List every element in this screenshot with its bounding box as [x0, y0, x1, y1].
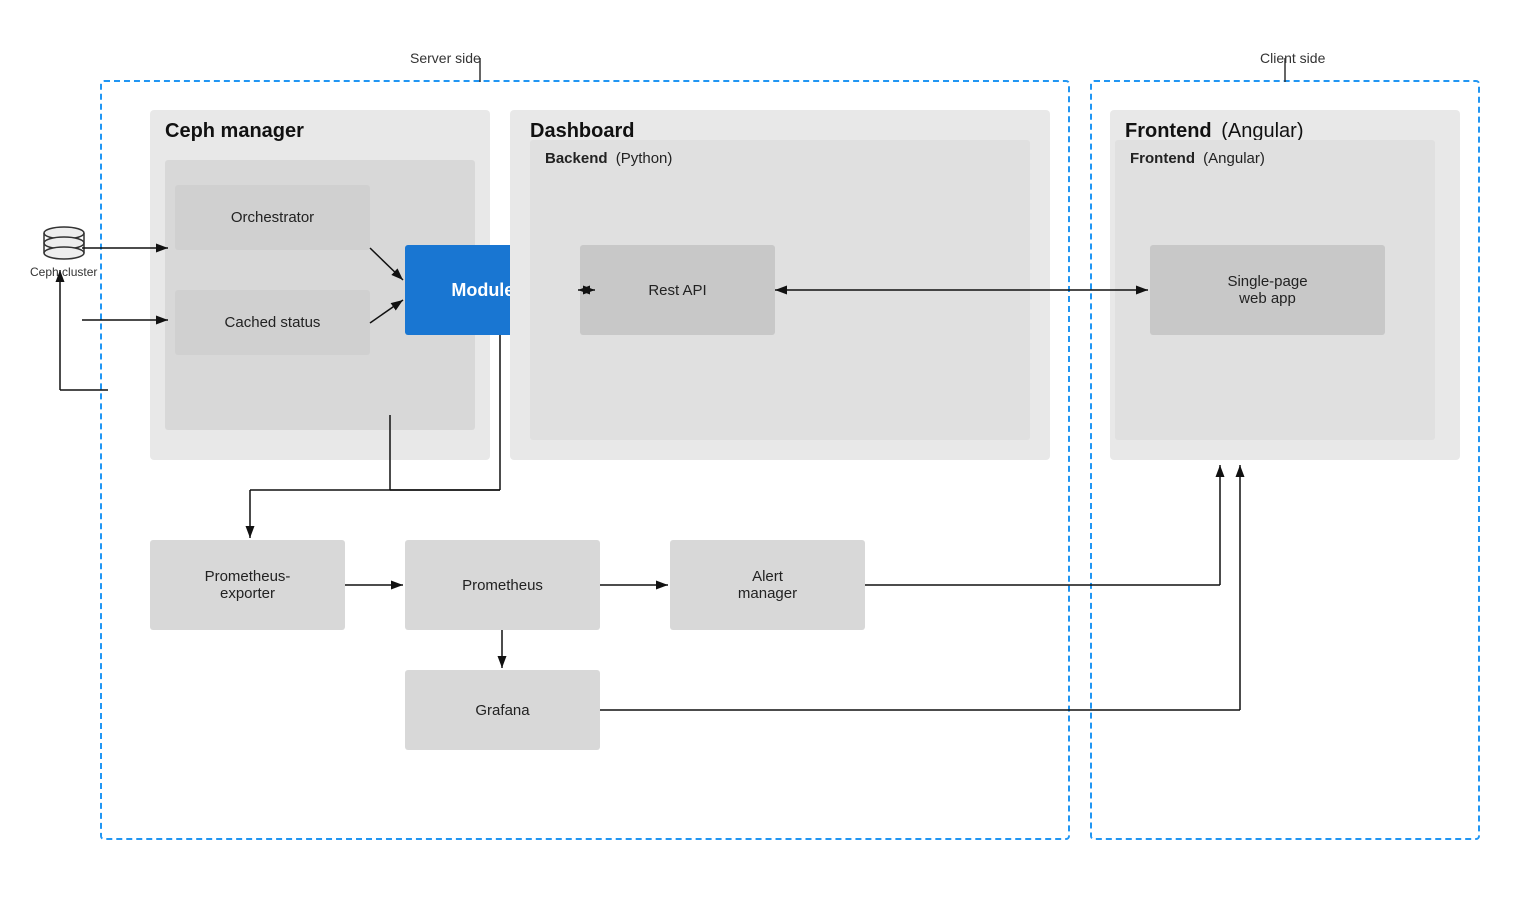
single-page-app-box: Single-page web app	[1150, 245, 1385, 335]
diagram-container: Server side Client side Ceph cluster Cep…	[20, 30, 1500, 870]
ceph-manager-title: Ceph manager	[165, 120, 304, 143]
server-side-label: Server side	[410, 50, 481, 66]
rest-api-box: Rest API	[580, 245, 775, 335]
frontend-inner-label: Frontend (Angular)	[1130, 150, 1265, 167]
client-side-label: Client side	[1260, 50, 1325, 66]
cached-status-box: Cached status	[175, 290, 370, 355]
prometheus-box: Prometheus	[405, 540, 600, 630]
grafana-box: Grafana	[405, 670, 600, 750]
orchestrator-box: Orchestrator	[175, 185, 370, 250]
prometheus-exporter-box: Prometheus- exporter	[150, 540, 345, 630]
alert-manager-box: Alert manager	[670, 540, 865, 630]
ceph-cluster: Ceph cluster	[30, 225, 97, 281]
backend-label: Backend (Python)	[545, 150, 672, 167]
